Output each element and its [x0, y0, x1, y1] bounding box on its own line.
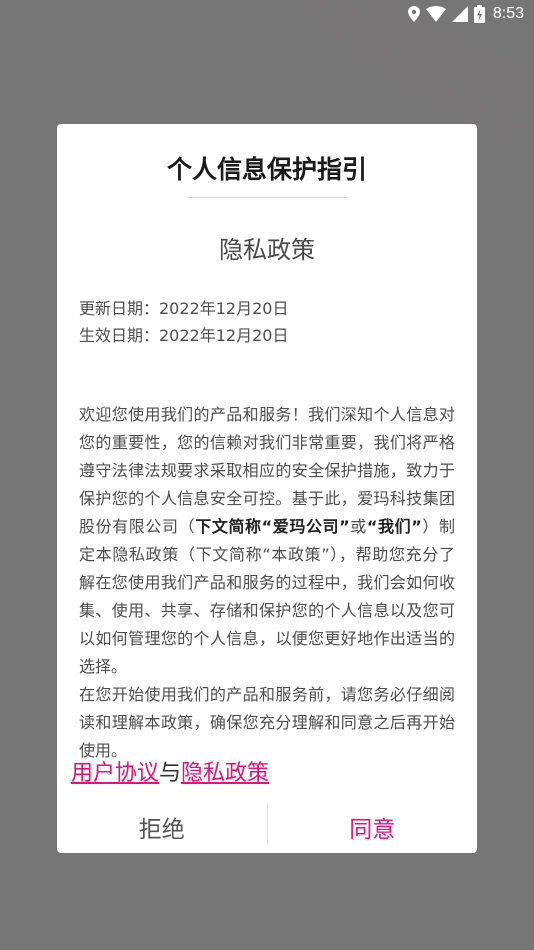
intro-text-2: 或 [349, 517, 367, 536]
intro-paragraph: 欢迎您使用我们的产品和服务！我们深知个人信息对您的重要性，您的信赖对我们非常重要… [79, 401, 455, 681]
policy-heading: 隐私政策 [219, 236, 315, 264]
battery-icon [473, 5, 485, 23]
intro-bold-2: “我们” [366, 517, 422, 536]
privacy-dialog: 个人信息保护指引 隐私政策 更新日期：2022年12月20日 生效日期：2022… [57, 124, 477, 853]
user-agreement-link[interactable]: 用户协议 [71, 761, 159, 786]
privacy-policy-link[interactable]: 隐私政策 [181, 761, 269, 786]
title-divider [187, 197, 347, 198]
links-connector: 与 [159, 761, 182, 786]
status-time: 8:53 [492, 5, 524, 22]
wifi-icon [425, 6, 446, 22]
notice-paragraph: 在您开始使用我们的产品和服务前，请您务必仔细阅读和理解本政策，确保您充分理解和同… [79, 685, 455, 760]
intro-text-3: ）制定本隐私政策（下文简称“本政策”），帮助您充分了解在您使用我们产品和服务的过… [79, 517, 455, 676]
dialog-buttons: 拒绝 同意 [57, 800, 477, 853]
policy-dates: 更新日期：2022年12月20日 生效日期：2022年12月20日 [79, 295, 455, 349]
status-bar: 8:53 [0, 0, 534, 28]
intro-bold-1: 下文简称“爱玛公司” [195, 517, 350, 536]
signal-icon [451, 6, 468, 22]
dialog-title: 个人信息保护指引 [166, 155, 367, 184]
policy-content[interactable]: 隐私政策 更新日期：2022年12月20日 生效日期：2022年12月20日 欢… [57, 200, 477, 786]
agreement-links: 用户协议与隐私政策 [71, 756, 269, 792]
update-date: 更新日期：2022年12月20日 [79, 299, 289, 318]
effective-date: 生效日期：2022年12月20日 [79, 326, 289, 345]
agree-button[interactable]: 同意 [268, 800, 478, 853]
reject-button[interactable]: 拒绝 [57, 800, 267, 853]
location-icon [407, 6, 420, 22]
